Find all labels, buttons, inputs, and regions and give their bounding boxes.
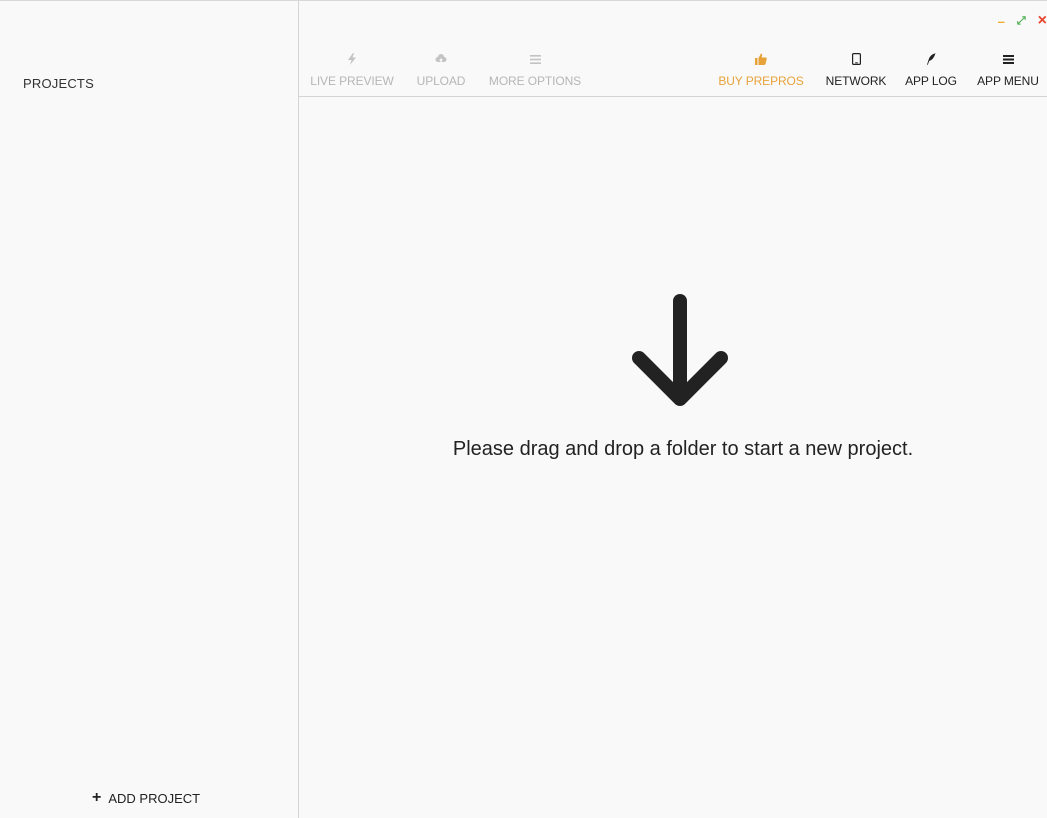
lightning-icon (347, 51, 357, 67)
add-project-label: ADD PROJECT (108, 790, 201, 806)
app-menu-button[interactable]: APP MENU (971, 51, 1045, 88)
app-log-label: APP LOG (905, 74, 957, 88)
drop-message: Please drag and drop a folder to start a… (452, 438, 914, 460)
app-window: – ⤢ × PROJECTS + ADD PROJECT LIVE PREVIE… (0, 0, 1047, 818)
network-label: NETWORK (825, 74, 887, 88)
app-menu-label: APP MENU (977, 74, 1039, 88)
maximize-icon[interactable]: ⤢ (1017, 15, 1026, 27)
buy-prepros-button[interactable]: BUY PREPROS (713, 51, 809, 88)
feather-icon (926, 51, 936, 67)
upload-button[interactable]: UPLOAD (412, 51, 470, 88)
thumbs-up-icon (755, 51, 767, 67)
live-preview-button[interactable]: LIVE PREVIEW (302, 51, 402, 88)
toolbar: LIVE PREVIEW UPLOAD MORE OPTIONS BUY PRE… (299, 45, 1047, 97)
close-icon[interactable]: × (1038, 13, 1047, 29)
arrow-down-icon (630, 294, 730, 417)
menu-lines-icon (529, 51, 541, 67)
more-options-button[interactable]: MORE OPTIONS (484, 51, 586, 88)
projects-sidebar: PROJECTS + ADD PROJECT (0, 1, 299, 818)
buy-prepros-label: BUY PREPROS (718, 74, 804, 88)
live-preview-label: LIVE PREVIEW (310, 74, 394, 88)
window-controls: – ⤢ × (998, 13, 1047, 29)
upload-label: UPLOAD (416, 74, 466, 88)
plus-icon: + (92, 789, 102, 806)
more-options-label: MORE OPTIONS (488, 74, 582, 88)
sidebar-title: PROJECTS (23, 76, 94, 91)
app-log-button[interactable]: APP LOG (901, 51, 961, 88)
add-project-button[interactable]: + ADD PROJECT (92, 790, 200, 806)
hamburger-icon (1002, 51, 1014, 67)
cloud-upload-icon (435, 51, 447, 67)
network-button[interactable]: NETWORK (821, 51, 891, 88)
drop-zone[interactable]: Please drag and drop a folder to start a… (299, 98, 1047, 818)
mobile-device-icon (851, 51, 861, 67)
minimize-icon[interactable]: – (998, 15, 1005, 28)
